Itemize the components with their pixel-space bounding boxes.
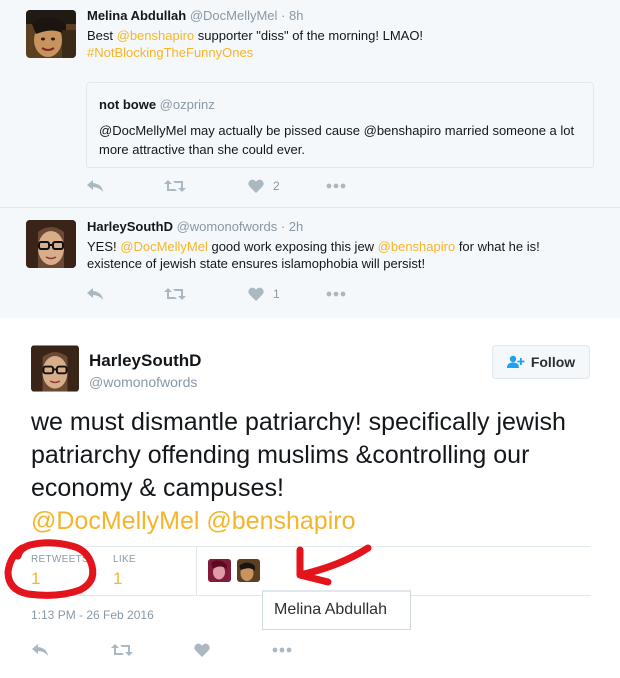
more-button[interactable] <box>326 176 346 196</box>
more-icon <box>326 183 346 189</box>
like-button[interactable] <box>194 640 210 660</box>
tweet-time[interactable]: · 8h <box>281 8 303 23</box>
tooltip: Melina Abdullah <box>262 590 411 630</box>
reply-text: Best @benshapiro supporter "diss" of the… <box>87 28 424 60</box>
avatar[interactable] <box>31 345 79 392</box>
quote-text: @DocMellyMel may actually be pissed caus… <box>99 123 575 157</box>
author-name[interactable]: HarleySouthD <box>89 351 201 371</box>
tweet-actions: 1 <box>86 284 386 304</box>
retweet-button[interactable] <box>164 176 186 196</box>
more-button[interactable] <box>272 640 292 660</box>
heart-icon <box>248 287 264 301</box>
avatar[interactable] <box>26 10 76 58</box>
avatar[interactable] <box>26 220 76 268</box>
reply-author[interactable]: Melina Abdullah @DocMellyMel · 8h <box>87 8 303 23</box>
heart-icon <box>194 643 210 657</box>
tweet-stats: RETWEETS 1 LIKE 1 <box>31 546 591 596</box>
like-button[interactable]: 2 <box>248 176 280 196</box>
retweet-icon <box>164 180 186 192</box>
reply-tweet[interactable]: Melina Abdullah @DocMellyMel · 8h Best @… <box>0 0 620 208</box>
quoted-tweet[interactable]: not bowe @ozprinz @DocMellyMel may actua… <box>86 82 594 168</box>
likes-label[interactable]: LIKE <box>113 554 136 565</box>
mention-links[interactable]: @DocMellyMel @benshapiro <box>31 507 356 535</box>
like-count: 2 <box>273 179 280 193</box>
author-handle[interactable]: @womonofwords <box>89 374 197 390</box>
reply-author[interactable]: HarleySouthD @womonofwords · 2h <box>87 219 303 234</box>
tweet-text: we must dismantle patriarchy! specifical… <box>31 408 566 535</box>
retweets-count[interactable]: 1 <box>31 569 40 589</box>
hashtag-link[interactable]: #NotBlockingTheFunnyOnes <box>87 45 253 60</box>
add-user-icon <box>506 355 525 368</box>
retweet-icon <box>164 288 186 300</box>
author-handle[interactable]: @DocMellyMel <box>190 8 278 23</box>
author-name[interactable]: Melina Abdullah <box>87 8 186 23</box>
reply-button[interactable] <box>31 640 49 660</box>
reply-icon <box>32 644 48 656</box>
reply-text: YES! @DocMellyMel good work exposing thi… <box>87 239 540 271</box>
author-handle[interactable]: @womonofwords <box>177 219 278 234</box>
reply-button[interactable] <box>86 284 104 304</box>
follow-label: Follow <box>530 354 576 370</box>
retweets-label[interactable]: RETWEETS <box>31 554 89 565</box>
reply-icon <box>87 180 103 192</box>
mention-link[interactable]: @DocMellyMel <box>120 239 208 254</box>
retweet-icon <box>111 644 133 656</box>
tweet-timestamp[interactable]: 1:13 PM - 26 Feb 2016 <box>31 608 154 622</box>
likes-count[interactable]: 1 <box>113 569 122 589</box>
more-icon <box>272 647 292 653</box>
author-name[interactable]: HarleySouthD <box>87 219 173 234</box>
heart-icon <box>248 179 264 193</box>
follow-button[interactable]: Follow <box>492 345 590 379</box>
retweet-button[interactable] <box>164 284 186 304</box>
mention-link[interactable]: @benshapiro <box>117 28 195 43</box>
tweet-actions: 2 <box>86 176 386 196</box>
reply-icon <box>87 288 103 300</box>
like-button[interactable]: 1 <box>248 284 280 304</box>
mention-link[interactable]: @benshapiro <box>378 239 456 254</box>
retweet-button[interactable] <box>111 640 133 660</box>
liker-avatar[interactable] <box>208 559 231 582</box>
like-count: 1 <box>273 287 280 301</box>
quote-author[interactable]: not bowe @ozprinz <box>99 97 215 112</box>
stats-divider <box>196 547 197 595</box>
liker-avatar[interactable] <box>237 559 260 582</box>
more-button[interactable] <box>326 284 346 304</box>
tweet-actions <box>31 640 331 660</box>
reply-tweet[interactable]: HarleySouthD @womonofwords · 2h YES! @Do… <box>0 208 620 319</box>
main-tweet: HarleySouthD @womonofwords Follow we mus… <box>0 318 620 678</box>
tweet-time[interactable]: · 2h <box>281 219 303 234</box>
conversation-thread: Melina Abdullah @DocMellyMel · 8h Best @… <box>0 0 620 319</box>
more-icon <box>326 291 346 297</box>
reply-button[interactable] <box>86 176 104 196</box>
